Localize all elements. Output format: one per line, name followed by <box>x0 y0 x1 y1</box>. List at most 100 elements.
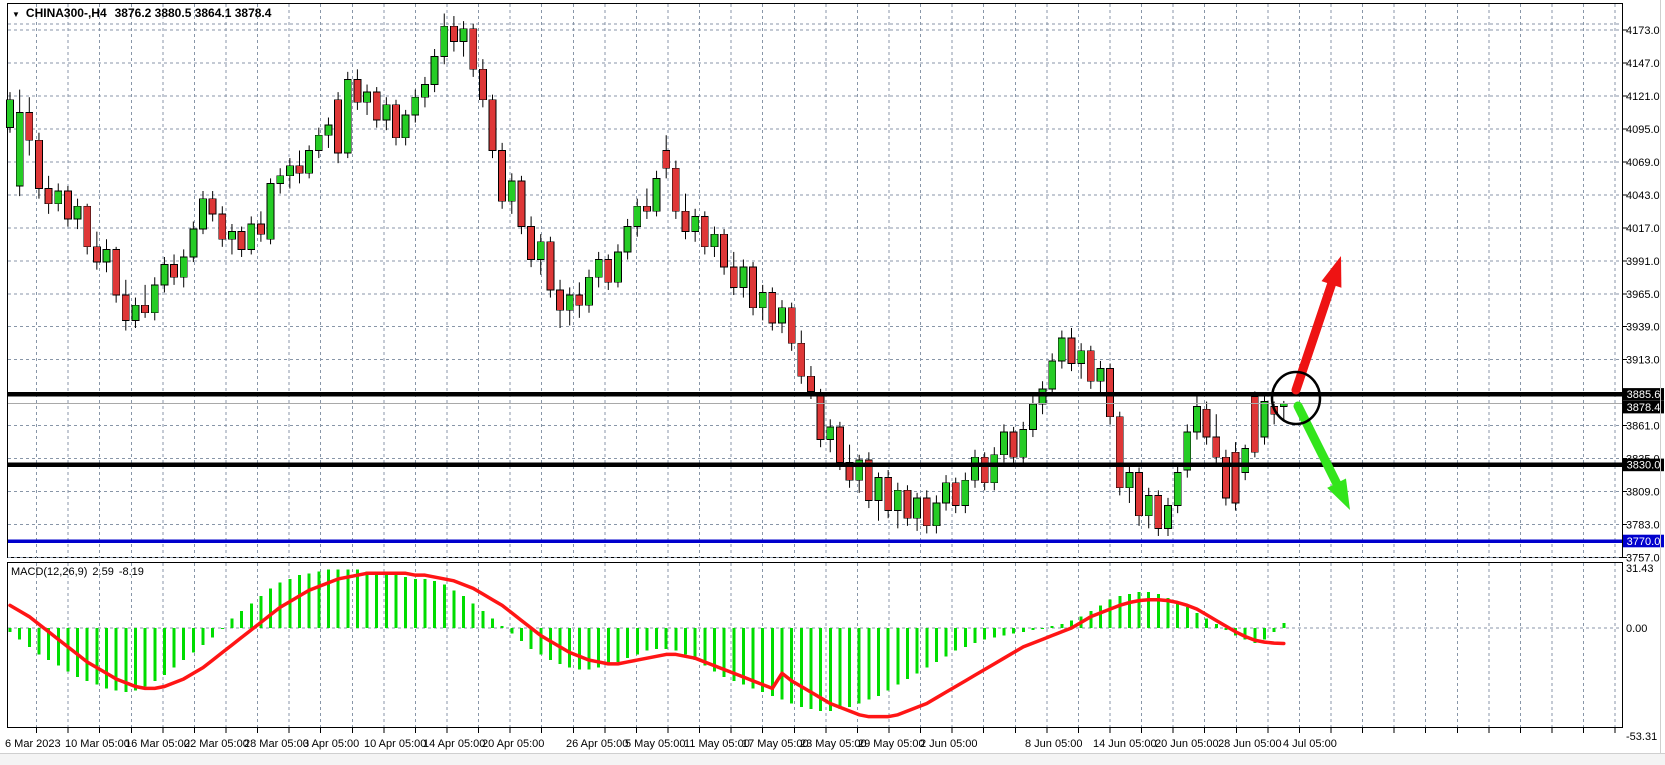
macd-scale-min: -53.31 <box>1626 731 1657 743</box>
symbol-header[interactable]: ▼CHINA300-,H43876.2 3880.5 3864.1 3878.4 <box>12 6 272 20</box>
macd-plot-area[interactable] <box>8 563 1623 728</box>
candle-body <box>885 478 892 511</box>
candle-body <box>1232 452 1239 503</box>
price-label-resistance-3885[interactable]: 3885.6 <box>1623 388 1664 401</box>
candle-body <box>470 29 477 70</box>
candle-body <box>730 267 737 287</box>
candle <box>489 95 496 158</box>
price-axis-label: 3783.0 <box>1626 520 1660 532</box>
candle-body <box>1010 432 1017 457</box>
candle-body <box>209 199 216 214</box>
macd-histogram-bar <box>327 570 330 628</box>
macd-main-value: 2.59 <box>92 566 113 578</box>
macd-signal-value: -8.19 <box>119 566 144 578</box>
candle-body <box>972 457 979 480</box>
candle-body <box>325 125 332 135</box>
candle-body <box>1251 396 1258 452</box>
macd-histogram-bar <box>925 628 928 668</box>
candle-body <box>1068 338 1075 363</box>
candle-body <box>586 277 593 305</box>
macd-histogram-bar <box>887 628 890 690</box>
macd-histogram-bar <box>1051 626 1054 628</box>
candle <box>788 303 795 351</box>
macd-histogram-bar <box>694 628 697 660</box>
candle <box>885 470 892 518</box>
macd-histogram-bar <box>665 628 668 649</box>
candle-body <box>412 97 419 115</box>
current-price-label: 3878.4 <box>1627 402 1661 414</box>
candle-body <box>1174 473 1181 506</box>
candle-body <box>421 85 428 98</box>
macd-histogram-bar <box>423 579 426 628</box>
ohlc-values: 3876.2 3880.5 3864.1 3878.4 <box>115 6 272 20</box>
candle-body <box>460 29 467 42</box>
macd-histogram-bar <box>28 628 31 647</box>
candle-body <box>344 79 351 153</box>
macd-histogram-bar <box>1031 628 1034 630</box>
candle-body <box>7 100 14 128</box>
candle-body <box>306 150 313 173</box>
macd-header: MACD(12,26,9)2.59-8.19 <box>11 566 144 578</box>
dropdown-icon: ▼ <box>12 10 20 19</box>
candle-body <box>1029 404 1036 429</box>
bottom-strip <box>0 754 1665 765</box>
candle-body <box>450 26 457 41</box>
date-axis-label: 16 Mar 05:00 <box>125 738 190 750</box>
macd-histogram-bar <box>578 628 581 670</box>
macd-histogram-bar <box>433 581 436 628</box>
main-plot-area[interactable] <box>8 4 1623 558</box>
candle-body <box>528 227 535 260</box>
candle-body <box>171 265 178 278</box>
candle-body <box>315 135 322 150</box>
candle-body <box>402 115 409 138</box>
candle-body <box>1078 351 1085 364</box>
macd-histogram-bar <box>1012 628 1015 634</box>
candle-body <box>634 206 641 226</box>
price-axis-label: 4069.0 <box>1626 157 1660 169</box>
candle-body <box>1213 437 1220 457</box>
candle-body <box>836 427 843 463</box>
macd-histogram-bar <box>945 628 948 656</box>
macd-scale-max: 31.43 <box>1626 563 1654 575</box>
date-axis-label: 17 May 05:00 <box>742 738 809 750</box>
candle-body <box>364 92 371 102</box>
candle-body <box>1087 351 1094 381</box>
macd-histogram-bar <box>983 628 986 639</box>
macd-histogram-bar <box>202 628 205 645</box>
date-axis-label: 6 Mar 2023 <box>5 738 61 750</box>
macd-histogram-bar <box>520 628 523 641</box>
candle-body <box>248 224 255 249</box>
macd-histogram-bar <box>269 588 272 628</box>
candle-body <box>1242 448 1249 472</box>
macd-histogram-bar <box>607 628 610 666</box>
macd-histogram-bar <box>906 628 909 679</box>
date-axis-label: 11 May 05:00 <box>684 738 750 750</box>
candle-body <box>431 57 438 85</box>
macd-histogram-bar <box>308 573 311 628</box>
candle-body <box>759 292 766 307</box>
candle <box>470 24 477 77</box>
date-axis-label: 28 Mar 05:00 <box>244 738 309 750</box>
candle-body <box>161 265 168 285</box>
macd-histogram-bar <box>356 570 359 628</box>
macd-histogram-bar <box>858 628 861 703</box>
candle-body <box>257 224 264 234</box>
macd-histogram-bar <box>298 575 301 628</box>
price-label-current: 3878.4 <box>1623 401 1664 414</box>
candle-body <box>93 247 100 262</box>
price-label-support-3770[interactable]: 3770.0 <box>1623 535 1664 548</box>
price-label-support-3830[interactable]: 3830.0 <box>1623 459 1664 472</box>
candle-body <box>904 490 911 518</box>
macd-histogram-bar <box>829 628 832 711</box>
macd-histogram-bar <box>781 628 784 700</box>
candle <box>1222 450 1229 506</box>
candle-body <box>547 242 554 290</box>
candle-body <box>894 490 901 510</box>
macd-histogram-bar <box>1109 600 1112 628</box>
candle-body <box>1155 495 1162 528</box>
macd-histogram-bar <box>636 628 639 654</box>
macd-histogram-bar <box>414 579 417 628</box>
macd-histogram-bar <box>588 628 591 670</box>
macd-histogram-bar <box>1118 596 1121 628</box>
macd-histogram-bar <box>240 611 243 628</box>
